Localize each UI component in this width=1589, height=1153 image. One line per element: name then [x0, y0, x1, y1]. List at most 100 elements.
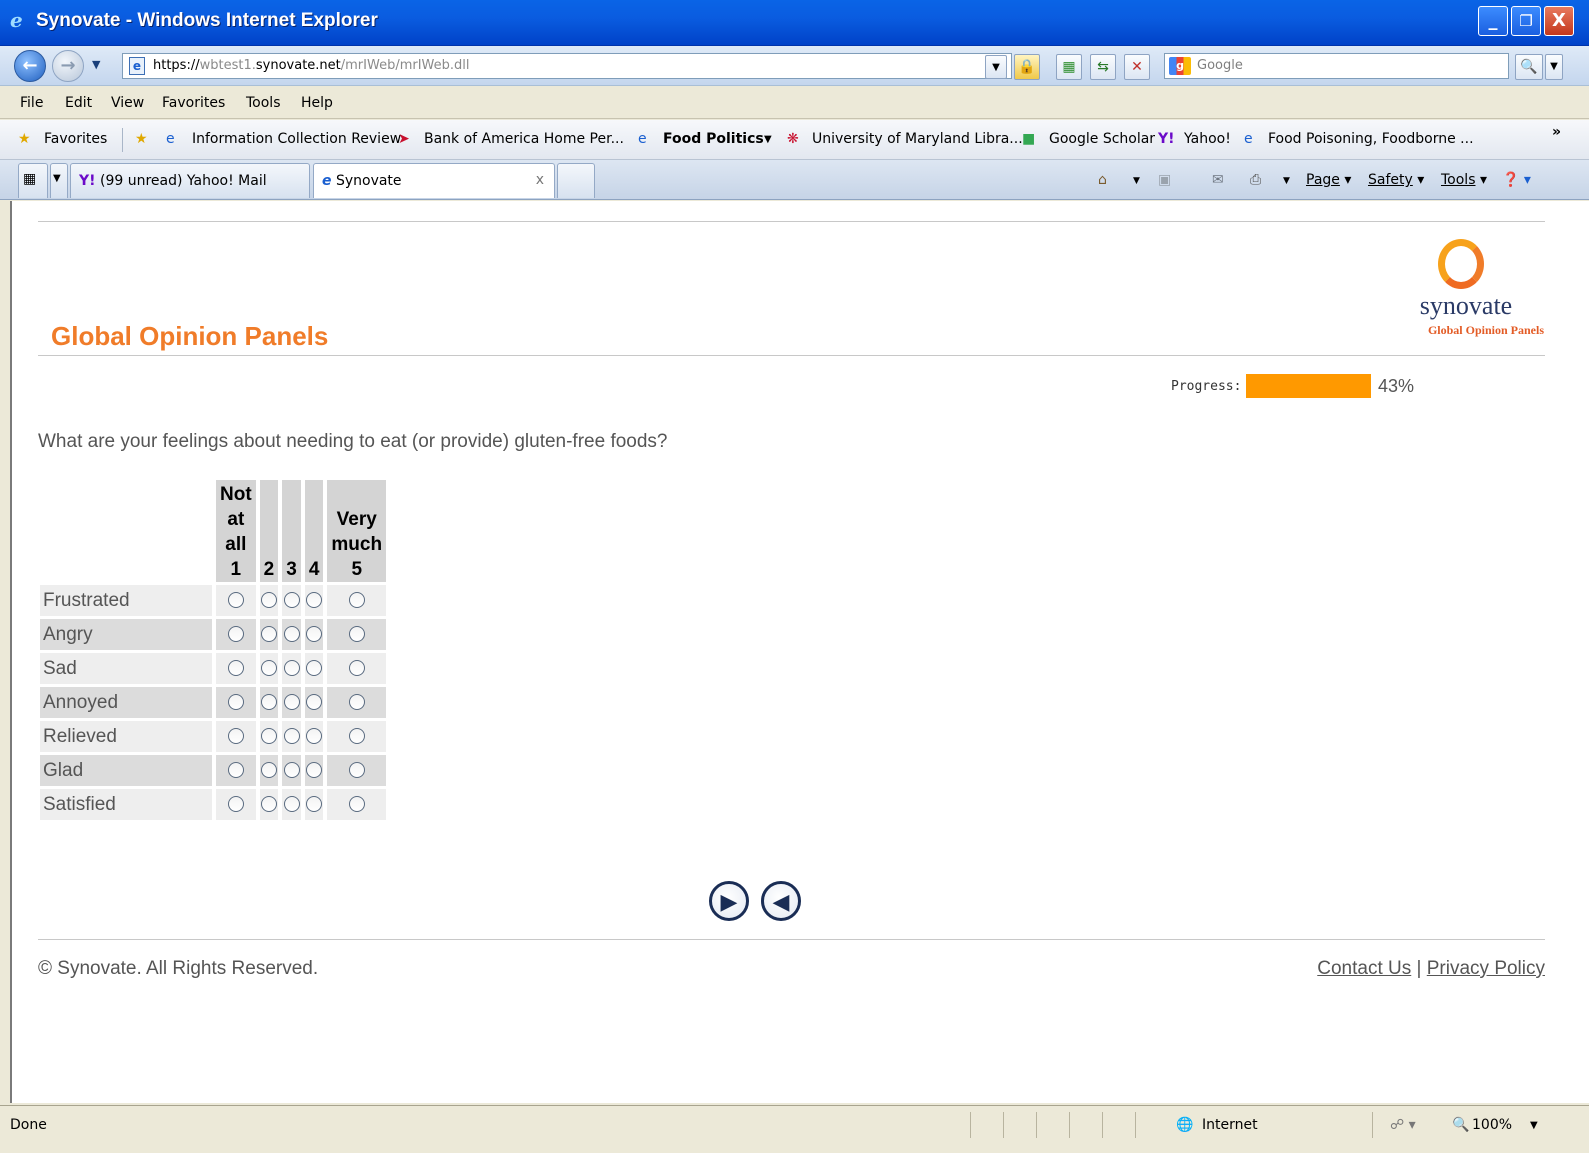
grid-column-header: 4	[304, 480, 324, 582]
maximize-button[interactable]: ❐	[1511, 6, 1541, 36]
menu-favorites[interactable]: Favorites	[162, 95, 225, 111]
search-input[interactable]: g Google	[1164, 53, 1509, 79]
rating-radio[interactable]	[227, 694, 244, 711]
fav-food-poisoning[interactable]: Food Poisoning, Foodborne ...	[1268, 131, 1474, 147]
rating-radio[interactable]	[306, 660, 323, 677]
new-tab-button[interactable]	[557, 163, 595, 198]
radio-cell	[327, 585, 387, 616]
rating-radio[interactable]	[306, 762, 323, 779]
rating-radio[interactable]	[283, 626, 300, 643]
rating-radio[interactable]	[260, 626, 277, 643]
tab-synovate[interactable]: e Synovate x	[313, 163, 555, 198]
fav-info-collection[interactable]: Information Collection Review	[192, 131, 401, 147]
rating-radio[interactable]	[227, 660, 244, 677]
search-button[interactable]: 🔍	[1515, 54, 1543, 80]
fav-yahoo[interactable]: Yahoo!	[1184, 131, 1231, 147]
refresh-icon[interactable]: ⇆	[1090, 54, 1116, 80]
stop-icon[interactable]: ✕	[1124, 54, 1150, 80]
menu-view[interactable]: View	[111, 95, 144, 111]
rating-radio[interactable]	[260, 694, 277, 711]
feeds-icon[interactable]: ▣	[1158, 172, 1171, 188]
privacy-policy-link[interactable]: Privacy Policy	[1427, 958, 1545, 979]
rating-radio[interactable]	[283, 728, 300, 745]
favorites-overflow-button[interactable]: »	[1552, 124, 1561, 140]
rating-radio[interactable]	[260, 592, 277, 609]
favorites-button[interactable]: Favorites	[44, 131, 107, 147]
fav-umd-library[interactable]: University of Maryland Libra...	[812, 131, 1023, 147]
rating-radio[interactable]	[260, 660, 277, 677]
menu-help[interactable]: Help	[301, 95, 333, 111]
rating-radio[interactable]	[348, 660, 365, 677]
forward-button[interactable]: →	[52, 50, 84, 82]
page-menu[interactable]: Page ▾	[1306, 172, 1351, 188]
rating-radio[interactable]	[306, 626, 323, 643]
zoom-level[interactable]: 100%	[1472, 1117, 1512, 1133]
rating-radio[interactable]	[227, 592, 244, 609]
rating-radio[interactable]	[260, 762, 277, 779]
rating-radio[interactable]	[260, 728, 277, 745]
quick-tabs-icon[interactable]: ▦	[18, 163, 48, 198]
rating-radio[interactable]	[348, 592, 365, 609]
rating-radio[interactable]	[227, 728, 244, 745]
menu-edit[interactable]: Edit	[65, 95, 92, 111]
lock-icon[interactable]: 🔒	[1014, 54, 1040, 80]
previous-button[interactable]: ◀	[761, 881, 801, 921]
menu-file[interactable]: File	[20, 95, 43, 111]
chevron-down-icon[interactable]: ▼	[1283, 176, 1290, 186]
search-options-button[interactable]: ▼	[1545, 54, 1563, 80]
back-button[interactable]: ←	[14, 50, 46, 82]
tab-yahoo-mail[interactable]: Y! (99 unread) Yahoo! Mail	[70, 163, 310, 198]
url-scheme: https://	[153, 58, 200, 73]
tools-menu-label: Tools	[1441, 172, 1476, 188]
progress-fill	[1246, 374, 1371, 398]
chevron-down-icon[interactable]: ▼	[1530, 1120, 1538, 1131]
rating-radio[interactable]	[283, 592, 300, 609]
rating-radio[interactable]	[348, 694, 365, 711]
tab-list-dropdown[interactable]: ▼	[50, 163, 68, 198]
rating-radio[interactable]	[227, 762, 244, 779]
minimize-button[interactable]: _	[1478, 6, 1508, 36]
rating-radio[interactable]	[260, 796, 277, 813]
umd-icon: ❋	[787, 131, 799, 147]
rating-radio[interactable]	[306, 694, 323, 711]
rating-radio[interactable]	[283, 694, 300, 711]
rating-radio[interactable]	[306, 796, 323, 813]
chevron-down-icon[interactable]: ▼	[1133, 176, 1140, 186]
print-icon[interactable]: ⎙	[1250, 172, 1261, 188]
home-icon[interactable]: ⌂	[1098, 172, 1107, 188]
globe-icon: 🌐	[1176, 1117, 1194, 1133]
rating-radio[interactable]	[283, 762, 300, 779]
rating-radio[interactable]	[283, 660, 300, 677]
history-dropdown-icon[interactable]: ▼	[92, 58, 100, 71]
safety-menu[interactable]: Safety ▾	[1368, 172, 1424, 188]
rating-radio[interactable]	[348, 796, 365, 813]
close-button[interactable]: X	[1544, 6, 1574, 36]
rating-radio[interactable]	[227, 796, 244, 813]
compatibility-view-icon[interactable]: ▦	[1056, 54, 1082, 80]
column-header-line: at	[227, 509, 245, 530]
rating-radio[interactable]	[306, 592, 323, 609]
close-tab-icon[interactable]: x	[536, 172, 544, 188]
address-dropdown-button[interactable]: ▼	[985, 55, 1007, 79]
security-zone: Internet	[1202, 1117, 1258, 1133]
address-input[interactable]: e https://wbtest1.synovate.net/mrIWeb/mr…	[122, 53, 1012, 79]
rating-radio[interactable]	[306, 728, 323, 745]
fav-food-politics[interactable]: Food Politics	[663, 131, 764, 147]
rating-radio[interactable]	[348, 762, 365, 779]
mail-icon[interactable]: ✉	[1212, 172, 1224, 188]
fav-bank-of-america[interactable]: Bank of America Home Per...	[424, 131, 624, 147]
protected-mode-icon[interactable]: ☍ ▾	[1390, 1117, 1416, 1133]
rating-radio[interactable]	[283, 796, 300, 813]
radio-cell	[259, 755, 279, 786]
tools-menu[interactable]: Tools ▾	[1441, 172, 1487, 188]
fav-google-scholar[interactable]: Google Scholar	[1049, 131, 1155, 147]
rating-radio[interactable]	[348, 626, 365, 643]
help-icon[interactable]: ❓ ▾	[1502, 172, 1531, 188]
menu-tools[interactable]: Tools	[246, 95, 281, 111]
rating-radio[interactable]	[227, 626, 244, 643]
add-favorite-icon[interactable]: ★	[135, 131, 148, 147]
next-button[interactable]: ▶	[709, 881, 749, 921]
chevron-down-icon[interactable]: ▼	[764, 134, 772, 145]
rating-radio[interactable]	[348, 728, 365, 745]
contact-us-link[interactable]: Contact Us	[1317, 958, 1411, 979]
